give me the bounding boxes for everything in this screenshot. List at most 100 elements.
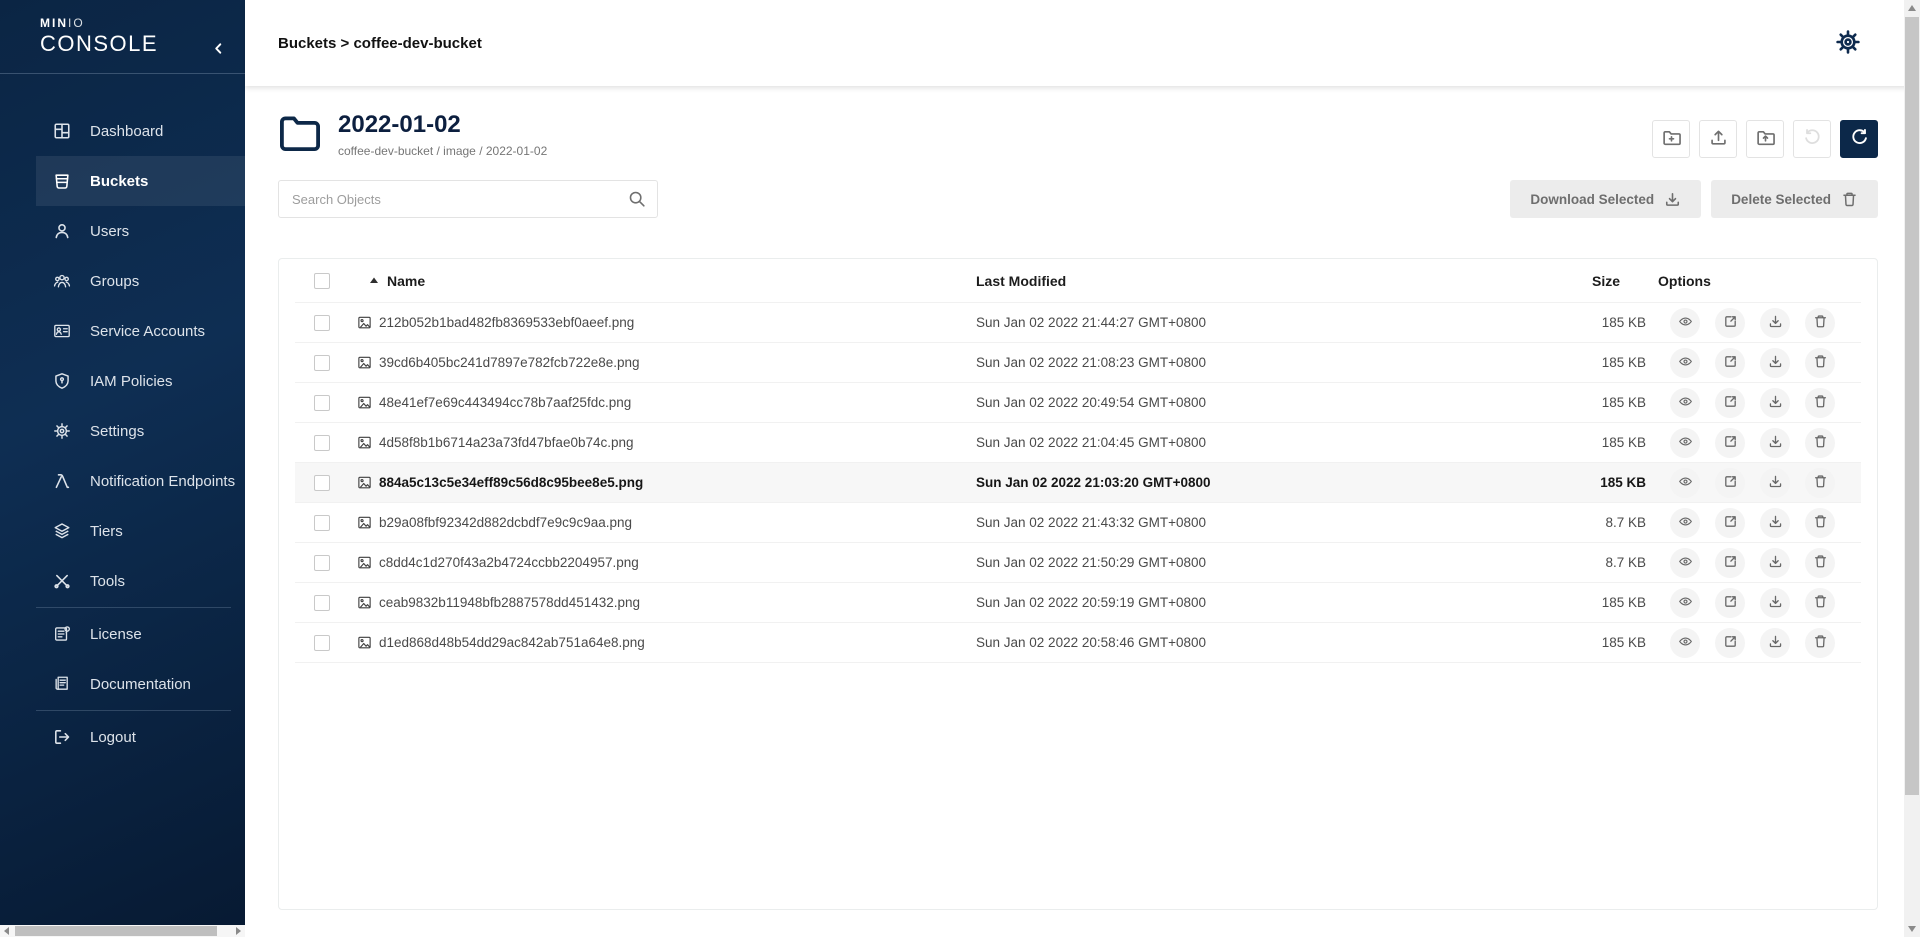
row-download-button[interactable]	[1760, 628, 1790, 658]
row-download-button[interactable]	[1760, 508, 1790, 538]
row-share-button[interactable]	[1715, 348, 1745, 378]
horizontal-scroll-track[interactable]	[13, 925, 232, 937]
refresh-button[interactable]	[1840, 120, 1878, 158]
row-share-button[interactable]	[1715, 508, 1745, 538]
object-name[interactable]: 39cd6b405bc241d7897e782fcb722e8e.png	[379, 355, 640, 370]
row-download-button[interactable]	[1760, 348, 1790, 378]
row-share-button[interactable]	[1715, 428, 1745, 458]
object-name[interactable]: ceab9832b11948bfb2887578dd451432.png	[379, 595, 640, 610]
download-selected-button[interactable]: Download Selected	[1510, 180, 1701, 218]
sidebar-item-service-accounts[interactable]: Service Accounts	[0, 306, 245, 356]
row-download-button[interactable]	[1760, 588, 1790, 618]
table-row[interactable]: d1ed868d48b54dd29ac842ab751a64e8.pngSun …	[295, 623, 1861, 663]
row-eye-button[interactable]	[1670, 428, 1700, 458]
object-name[interactable]: 884a5c13c5e34eff89c56d8c95bee8e5.png	[379, 475, 643, 490]
object-name[interactable]: b29a08fbf92342d882dcbdf7e9c9c9aa.png	[379, 515, 632, 530]
row-download-button[interactable]	[1760, 308, 1790, 338]
sidebar-item-tiers[interactable]: Tiers	[0, 506, 245, 556]
search-input[interactable]	[278, 180, 658, 218]
row-trash-button[interactable]	[1805, 428, 1835, 458]
row-eye-button[interactable]	[1670, 348, 1700, 378]
object-name[interactable]: 4d58f8b1b6714a23a73fd47bfae0b74c.png	[379, 435, 634, 450]
object-name[interactable]: d1ed868d48b54dd29ac842ab751a64e8.png	[379, 635, 645, 650]
row-checkbox[interactable]	[314, 635, 330, 651]
row-eye-button[interactable]	[1670, 628, 1700, 658]
object-path-breadcrumb[interactable]: coffee-dev-bucket / image / 2022-01-02	[338, 144, 547, 158]
scroll-up-arrow-icon[interactable]	[1908, 5, 1916, 11]
row-download-button[interactable]	[1760, 428, 1790, 458]
table-row[interactable]: b29a08fbf92342d882dcbdf7e9c9c9aa.pngSun …	[295, 503, 1861, 543]
row-share-button[interactable]	[1715, 308, 1745, 338]
object-name[interactable]: 48e41ef7e69c443494cc78b7aaf25fdc.png	[379, 395, 631, 410]
row-trash-button[interactable]	[1805, 468, 1835, 498]
table-row[interactable]: 212b052b1bad482fb8369533ebf0aeef.pngSun …	[295, 303, 1861, 343]
row-share-button[interactable]	[1715, 388, 1745, 418]
row-eye-button[interactable]	[1670, 308, 1700, 338]
row-eye-button[interactable]	[1670, 548, 1700, 578]
row-checkbox[interactable]	[314, 515, 330, 531]
sidebar-item-groups[interactable]: Groups	[0, 256, 245, 306]
table-row[interactable]: 884a5c13c5e34eff89c56d8c95bee8e5.pngSun …	[295, 463, 1861, 503]
settings-gear-button[interactable]	[1834, 29, 1862, 57]
row-trash-button[interactable]	[1805, 348, 1835, 378]
column-header-size[interactable]: Size	[1536, 273, 1646, 289]
row-eye-button[interactable]	[1670, 588, 1700, 618]
vertical-scrollbar[interactable]	[1904, 0, 1920, 937]
sidebar-item-tools[interactable]: Tools	[0, 556, 245, 606]
row-checkbox[interactable]	[314, 395, 330, 411]
row-checkbox[interactable]	[314, 355, 330, 371]
scroll-left-arrow-icon[interactable]	[4, 927, 9, 935]
sidebar-item-iam-policies[interactable]: IAM Policies	[0, 356, 245, 406]
row-share-button[interactable]	[1715, 628, 1745, 658]
row-eye-button[interactable]	[1670, 388, 1700, 418]
row-share-button[interactable]	[1715, 548, 1745, 578]
row-share-button[interactable]	[1715, 468, 1745, 498]
sidebar-item-buckets[interactable]: Buckets	[36, 156, 245, 206]
vertical-scroll-thumb[interactable]	[1905, 17, 1919, 795]
sidebar-item-license[interactable]: License	[0, 609, 245, 659]
row-download-button[interactable]	[1760, 548, 1790, 578]
column-header-last-modified[interactable]: Last Modified	[976, 273, 1536, 289]
sidebar-item-dashboard[interactable]: Dashboard	[0, 106, 245, 156]
sidebar-item-settings[interactable]: Settings	[0, 406, 245, 456]
table-row[interactable]: ceab9832b11948bfb2887578dd451432.pngSun …	[295, 583, 1861, 623]
select-all-checkbox[interactable]	[314, 273, 330, 289]
sidebar-horizontal-scrollbar[interactable]	[0, 925, 245, 937]
table-row[interactable]: 48e41ef7e69c443494cc78b7aaf25fdc.pngSun …	[295, 383, 1861, 423]
object-name[interactable]: c8dd4c1d270f43a2b4724ccbb2204957.png	[379, 555, 639, 570]
sidebar-item-logout[interactable]: Logout	[0, 712, 245, 762]
table-row[interactable]: c8dd4c1d270f43a2b4724ccbb2204957.pngSun …	[295, 543, 1861, 583]
new-path-button[interactable]	[1652, 120, 1690, 158]
upload-file-button[interactable]	[1699, 120, 1737, 158]
row-download-button[interactable]	[1760, 388, 1790, 418]
sidebar-collapse-button[interactable]	[208, 38, 229, 59]
row-trash-button[interactable]	[1805, 588, 1835, 618]
row-share-button[interactable]	[1715, 588, 1745, 618]
row-checkbox[interactable]	[314, 435, 330, 451]
row-checkbox[interactable]	[314, 555, 330, 571]
row-checkbox[interactable]	[314, 315, 330, 331]
sort-asc-icon[interactable]	[369, 276, 379, 286]
row-trash-button[interactable]	[1805, 628, 1835, 658]
scroll-down-arrow-icon[interactable]	[1908, 926, 1916, 932]
sidebar-item-users[interactable]: Users	[0, 206, 245, 256]
table-row[interactable]: 4d58f8b1b6714a23a73fd47bfae0b74c.pngSun …	[295, 423, 1861, 463]
row-trash-button[interactable]	[1805, 508, 1835, 538]
row-eye-button[interactable]	[1670, 508, 1700, 538]
row-eye-button[interactable]	[1670, 468, 1700, 498]
scroll-right-arrow-icon[interactable]	[236, 927, 241, 935]
row-checkbox[interactable]	[314, 475, 330, 491]
sidebar-item-documentation[interactable]: Documentation	[0, 659, 245, 709]
delete-selected-button[interactable]: Delete Selected	[1711, 180, 1878, 218]
row-trash-button[interactable]	[1805, 308, 1835, 338]
row-download-button[interactable]	[1760, 468, 1790, 498]
row-trash-button[interactable]	[1805, 548, 1835, 578]
column-header-name[interactable]: Name	[387, 273, 425, 289]
sidebar-item-notification-endpoints[interactable]: Notification Endpoints	[0, 456, 245, 506]
table-row[interactable]: 39cd6b405bc241d7897e782fcb722e8e.pngSun …	[295, 343, 1861, 383]
horizontal-scroll-thumb[interactable]	[15, 926, 217, 936]
upload-folder-button[interactable]	[1746, 120, 1784, 158]
object-name[interactable]: 212b052b1bad482fb8369533ebf0aeef.png	[379, 315, 634, 330]
row-checkbox[interactable]	[314, 595, 330, 611]
row-trash-button[interactable]	[1805, 388, 1835, 418]
